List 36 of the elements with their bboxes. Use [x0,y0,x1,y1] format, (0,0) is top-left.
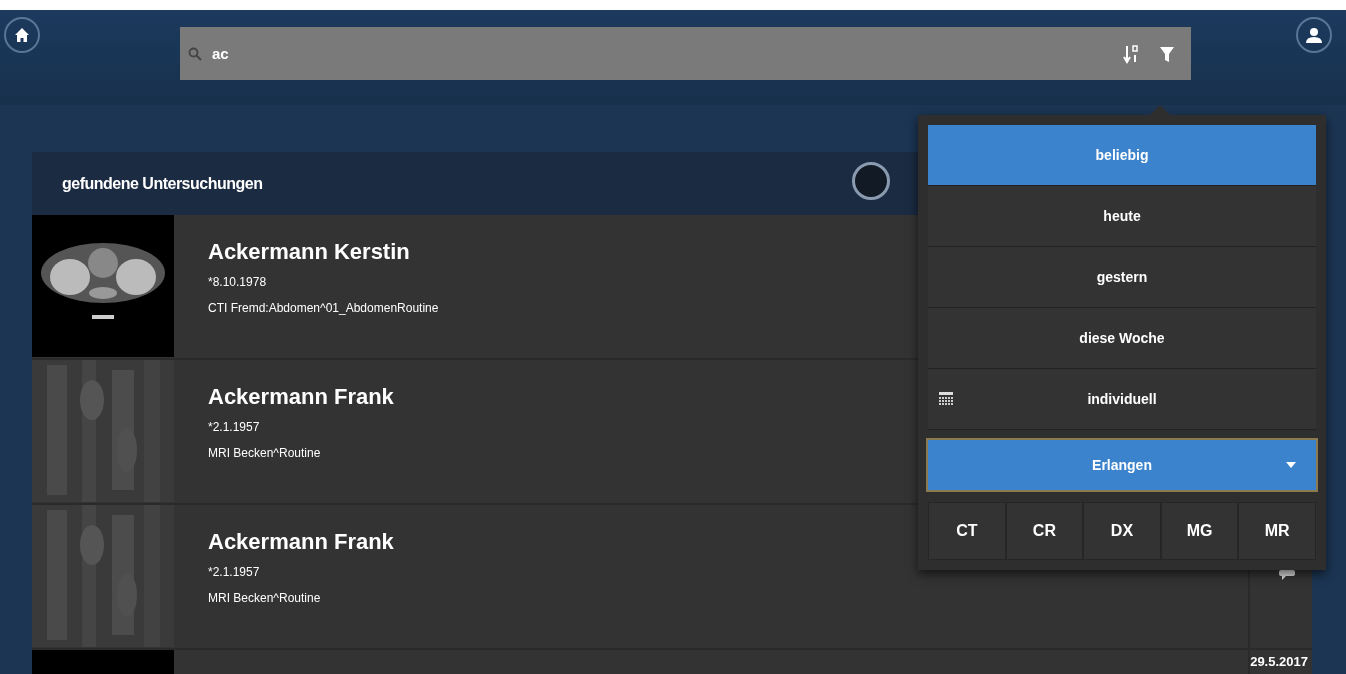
study-description: CTI Fremd:Abdomen^01_AbdomenRoutine [208,301,439,315]
location-dropdown[interactable]: Erlangen [926,438,1318,492]
search-bar[interactable]: ac [180,27,1191,80]
modality-button[interactable]: CR [1005,502,1084,560]
study-row[interactable]: 29.5.2017 [32,650,1312,674]
modality-button[interactable]: DX [1083,502,1161,560]
home-icon [14,27,30,43]
search-field[interactable]: ac [210,44,1105,63]
home-button[interactable] [4,17,40,53]
birth-date: *2.1.1957 [208,420,260,434]
patient-name: Ackermann Frank [208,384,394,410]
study-description: MRI Becken^Routine [208,591,321,605]
caret-icon [1286,462,1296,468]
study-description: MRI Becken^Routine [208,446,321,460]
time-option[interactable]: heute [928,186,1316,247]
search-icon [188,46,202,61]
time-option[interactable]: gestern [928,247,1316,308]
birth-date: *8.10.1978 [208,275,267,289]
patient-name: Ackermann Frank [208,529,394,555]
calendar-icon [938,391,954,407]
time-option[interactable]: diese Woche [928,308,1316,369]
modality-button[interactable]: CT [928,502,1006,560]
loading-circle [852,162,890,200]
study-date: 29.5.2017 [1250,654,1308,669]
modality-button[interactable]: MR [1238,502,1316,560]
comment-icon[interactable] [1278,569,1296,581]
user-icon [1305,26,1323,44]
results-title: gefundene Untersuchungen [62,174,263,193]
time-option[interactable]: beliebig [928,125,1316,186]
modality-button[interactable]: MG [1160,502,1239,560]
patient-name: Ackermann Kerstin [208,239,410,265]
time-option[interactable]: individuell [928,369,1316,430]
birth-date: *2.1.1957 [208,565,260,579]
user-button[interactable] [1296,17,1332,53]
sort-icon[interactable] [1123,43,1141,64]
filter-icon[interactable] [1159,44,1175,63]
